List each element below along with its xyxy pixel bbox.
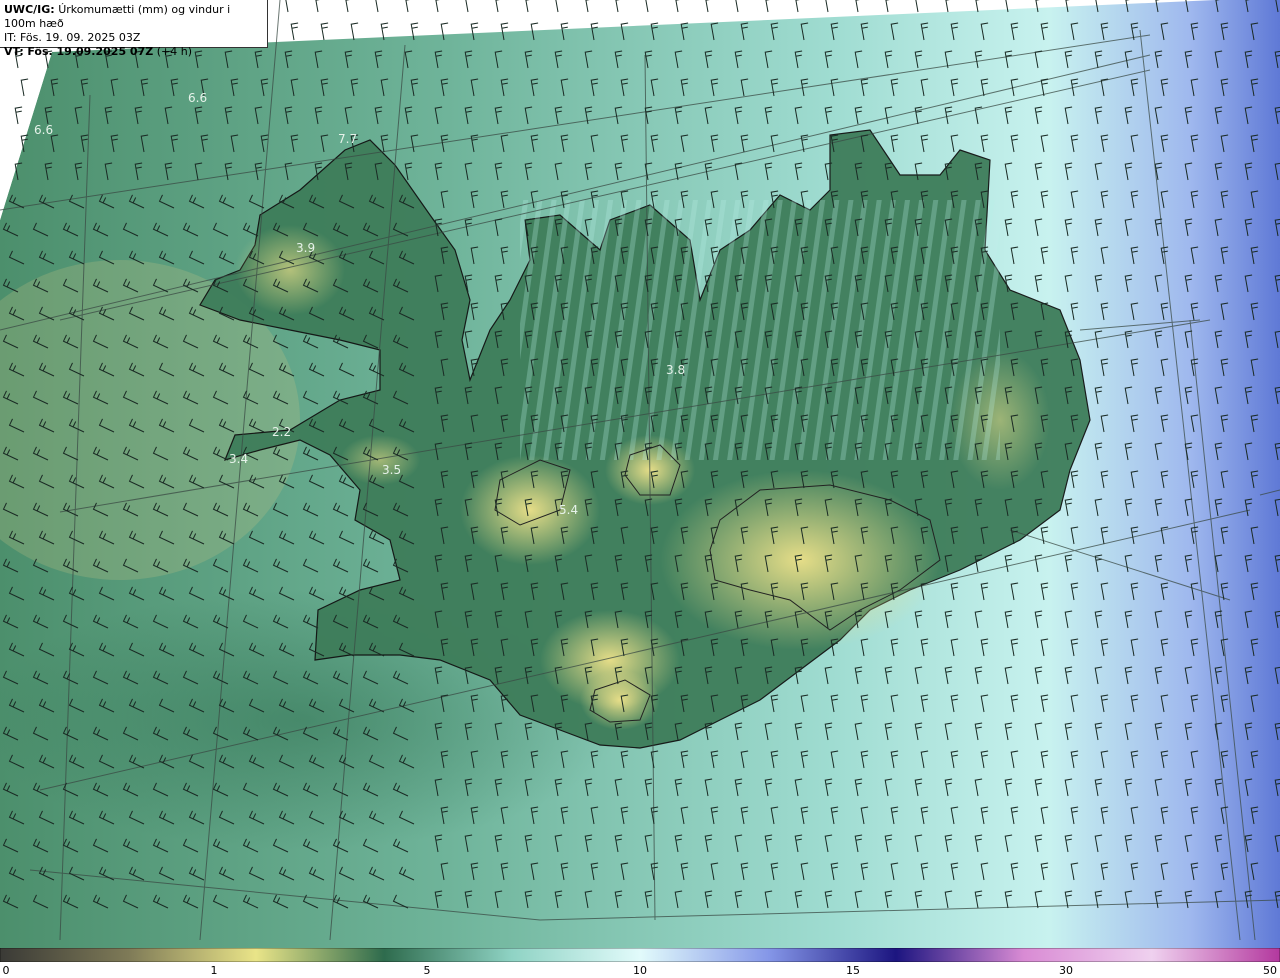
wind-barb (795, 0, 800, 13)
wind-barb (525, 0, 530, 13)
precip-patch-west-highlands (460, 455, 600, 565)
wind-barb (735, 0, 739, 13)
wind-barb (705, 0, 710, 13)
wind-barb (345, 0, 350, 13)
wind-barb (375, 0, 379, 13)
value-label: 3.5 (382, 463, 401, 477)
wind-barb (285, 0, 289, 13)
value-label: 6.6 (34, 123, 53, 137)
lead-time: (+4 h) (156, 45, 192, 58)
colorbar-tick: 1 (210, 964, 218, 977)
wind-barb (435, 0, 440, 13)
value-label: 3.4 (229, 452, 248, 466)
colorbar-tick: 5 (423, 964, 431, 977)
wind-barb (645, 0, 649, 13)
wind-barb (495, 0, 500, 13)
precip-patch-vatnajokull (660, 470, 940, 650)
value-label: 3.9 (296, 241, 315, 255)
wind-barb (675, 0, 680, 13)
colorbar-tick: 50 (1263, 964, 1277, 977)
colorbar-tick: 15 (846, 964, 860, 977)
wind-barb (615, 0, 620, 13)
precipitation-colorbar (0, 948, 1280, 962)
wind-barb (320, 22, 329, 41)
value-label: 3.8 (666, 363, 685, 377)
wind-barb (915, 0, 919, 13)
valid-time: Fös. 19.09.2025 07Z (27, 45, 154, 58)
title-line: UWC/IG: Úrkomumætti (mm) og vindur i 100… (4, 3, 263, 31)
colorbar-tick: 0 (2, 964, 10, 977)
wind-barb (945, 0, 950, 13)
wind-barb (585, 0, 590, 13)
wind-barb (555, 0, 559, 13)
wind-barb (855, 0, 860, 13)
wind-barb (290, 22, 299, 41)
product-code: UWC/IG: (4, 3, 55, 16)
map-info-box: UWC/IG: Úrkomumætti (mm) og vindur i 100… (0, 0, 268, 58)
wind-barb (885, 0, 890, 13)
valid-time-line: VT: Fös. 19.09.2025 07Z (+4 h) (4, 45, 263, 59)
wind-barb (315, 0, 320, 13)
wind-barb (765, 0, 770, 13)
colorbar-tick-labels: 0 1 5 10 15 30 50 (0, 962, 1280, 978)
value-label: 6.6 (188, 91, 207, 105)
init-time: IT: Fös. 19. 09. 2025 03Z (4, 31, 141, 44)
valid-prefix: VT: (4, 45, 24, 58)
value-label: 2.2 (272, 425, 291, 439)
value-label: 5.4 (559, 503, 578, 517)
colorbar-tick: 30 (1059, 964, 1073, 977)
colorbar-tick: 10 (633, 964, 647, 977)
wind-barb (975, 0, 980, 13)
precipitation-wind-map: 6.6 6.6 7.7 3.9 3.8 3.5 5.4 3.4 2.2 (0, 0, 1280, 948)
wind-barb (405, 0, 410, 13)
value-label: 7.7 (338, 132, 357, 146)
wind-barb (350, 22, 359, 41)
wind-barb (465, 0, 469, 13)
wind-barb (825, 0, 829, 13)
